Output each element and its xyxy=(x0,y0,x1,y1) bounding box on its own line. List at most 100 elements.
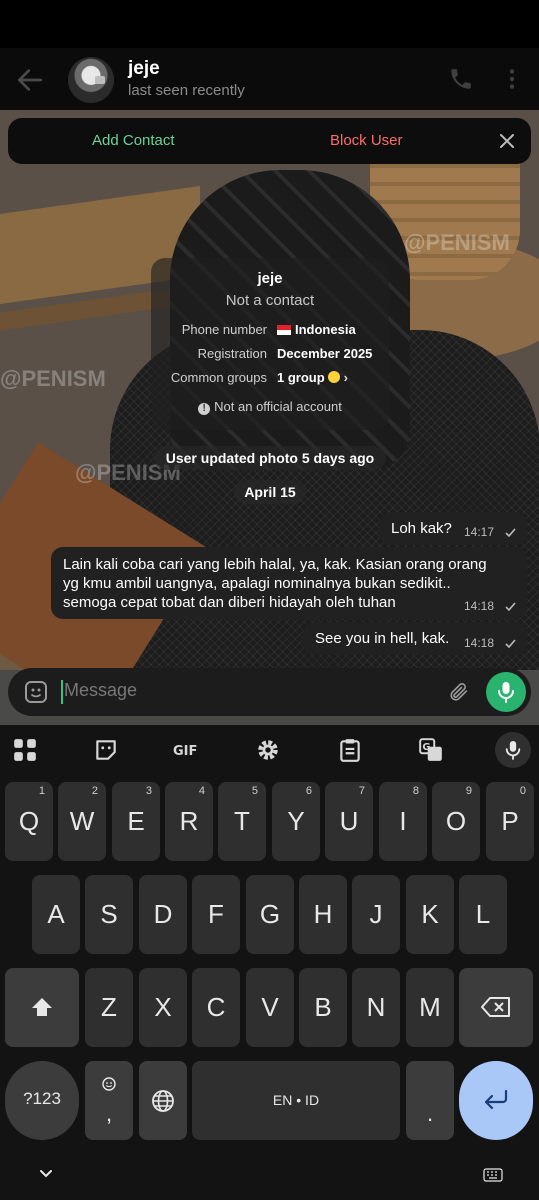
registration-label: Registration xyxy=(197,346,267,361)
key-s[interactable]: S xyxy=(85,875,133,954)
key-v[interactable]: V xyxy=(246,968,294,1047)
key-a[interactable]: A xyxy=(32,875,80,954)
settings-gear-icon[interactable] xyxy=(255,737,281,763)
key-e[interactable]: 3E xyxy=(112,782,160,861)
key-j[interactable]: J xyxy=(352,875,400,954)
common-groups-label: Common groups xyxy=(170,370,267,385)
phone-number-value: Indonesia xyxy=(277,322,356,337)
info-icon: ! xyxy=(198,403,211,415)
message-bubble-outgoing[interactable]: Loh kak? 14:17 xyxy=(379,512,527,545)
microphone-icon xyxy=(498,682,514,703)
back-arrow-icon[interactable] xyxy=(14,64,46,96)
message-bubble-outgoing[interactable]: Lain kali coba cari yang lebih halal, ya… xyxy=(51,547,527,619)
indonesia-flag-icon xyxy=(277,325,291,335)
key-h[interactable]: H xyxy=(299,875,347,954)
key-d[interactable]: D xyxy=(139,875,187,954)
photo-update-notice: User updated photo 5 days ago xyxy=(154,446,386,470)
language-key[interactable] xyxy=(139,1061,187,1140)
message-input[interactable]: Message xyxy=(64,680,137,701)
voice-typing-button[interactable] xyxy=(495,732,531,768)
key-b[interactable]: B xyxy=(299,968,347,1047)
translate-icon[interactable]: G xyxy=(418,737,444,763)
svg-text:G: G xyxy=(422,742,430,753)
key-c[interactable]: C xyxy=(192,968,240,1047)
message-text: See you in hell, kak. xyxy=(315,630,450,647)
clipboard-icon[interactable] xyxy=(337,737,363,763)
registration-value: December 2025 xyxy=(277,346,373,361)
key-l[interactable]: L xyxy=(459,875,507,954)
enter-arrow-icon xyxy=(484,1089,508,1110)
message-text-line: yg kmu ambil uangnya, apalagi nominalnya… xyxy=(63,575,451,592)
common-groups-value[interactable]: 1 group › xyxy=(277,370,348,385)
key-r[interactable]: 4R xyxy=(165,782,213,861)
symbols-key[interactable]: ?123 xyxy=(5,1061,79,1140)
key-o[interactable]: 9O xyxy=(432,782,480,861)
globe-icon xyxy=(152,1090,174,1112)
chat-title[interactable]: jeje xyxy=(128,58,160,80)
contact-info-card: jeje Not a contact Phone number Indonesi… xyxy=(151,258,389,430)
key-m[interactable]: M xyxy=(406,968,454,1047)
key-i[interactable]: 8I xyxy=(379,782,427,861)
period-key[interactable]: . xyxy=(406,1061,454,1140)
key-g[interactable]: G xyxy=(246,875,294,954)
key-y[interactable]: 6Y xyxy=(272,782,320,861)
shift-key[interactable] xyxy=(5,968,79,1047)
info-name: jeje xyxy=(257,270,283,287)
voice-record-button[interactable] xyxy=(486,672,526,712)
avatar[interactable] xyxy=(68,57,114,103)
last-seen-status: last seen recently xyxy=(128,82,245,99)
key-w[interactable]: 2W xyxy=(58,782,106,861)
text-cursor xyxy=(61,680,63,704)
sticker-emoji-icon[interactable] xyxy=(24,680,48,704)
phone-number-label: Phone number xyxy=(181,322,267,337)
key-z[interactable]: Z xyxy=(85,968,133,1047)
key-u[interactable]: 7U xyxy=(325,782,373,861)
block-user-button[interactable]: Block User xyxy=(330,132,403,149)
emoji-icon xyxy=(327,371,340,383)
key-n[interactable]: N xyxy=(352,968,400,1047)
sticker-icon[interactable] xyxy=(93,737,119,763)
read-check-icon xyxy=(505,639,516,649)
message-composer: Message xyxy=(8,668,531,716)
hide-keyboard-chevron-icon[interactable] xyxy=(38,1168,54,1180)
add-contact-bar: Add Contact Block User xyxy=(8,118,531,164)
svg-text:GIF: GIF xyxy=(173,744,197,759)
attach-paperclip-icon[interactable] xyxy=(448,680,470,704)
key-f[interactable]: F xyxy=(192,875,240,954)
chat-header: jeje last seen recently xyxy=(0,48,539,110)
shift-arrow-icon xyxy=(32,998,52,1016)
smiley-icon xyxy=(102,1077,116,1091)
read-check-icon xyxy=(505,528,516,538)
enter-key[interactable] xyxy=(459,1061,533,1140)
space-bar[interactable]: EN • ID xyxy=(192,1061,400,1140)
message-bubble-outgoing[interactable]: See you in hell, kak. 14:18 xyxy=(303,622,527,655)
key-x[interactable]: X xyxy=(139,968,187,1047)
keyboard-switch-icon[interactable] xyxy=(483,1168,503,1182)
message-time: 14:18 xyxy=(464,599,495,613)
apps-grid-icon[interactable] xyxy=(12,737,38,763)
message-text-line: semoga cepat tobat dan diberi hidayah ol… xyxy=(63,594,396,611)
key-q[interactable]: 1Q xyxy=(5,782,53,861)
emoji-comma-key[interactable]: , xyxy=(85,1061,133,1140)
official-account-note: ! Not an official account xyxy=(151,399,389,415)
info-contact-status: Not a contact xyxy=(225,292,315,309)
more-options-icon[interactable] xyxy=(504,66,520,92)
key-p[interactable]: 0P xyxy=(486,782,534,861)
backspace-key[interactable] xyxy=(459,968,533,1047)
key-t[interactable]: 5T xyxy=(218,782,266,861)
status-bar xyxy=(0,0,539,48)
message-time: 14:17 xyxy=(464,525,495,539)
close-icon[interactable] xyxy=(498,132,516,150)
microphone-icon xyxy=(505,741,521,760)
message-text-line: Lain kali coba cari yang lebih halal, ya… xyxy=(63,556,487,573)
gif-icon[interactable]: GIF xyxy=(172,737,200,763)
chevron-right-icon: › xyxy=(343,370,349,385)
phone-call-icon[interactable] xyxy=(448,66,474,92)
backspace-icon xyxy=(481,997,510,1017)
date-separator: April 15 xyxy=(234,480,306,504)
key-k[interactable]: K xyxy=(406,875,454,954)
watermark: @PENISM xyxy=(404,230,510,255)
message-time: 14:18 xyxy=(464,636,495,650)
add-contact-button[interactable]: Add Contact xyxy=(92,132,175,149)
message-text: Loh kak? xyxy=(391,520,452,537)
